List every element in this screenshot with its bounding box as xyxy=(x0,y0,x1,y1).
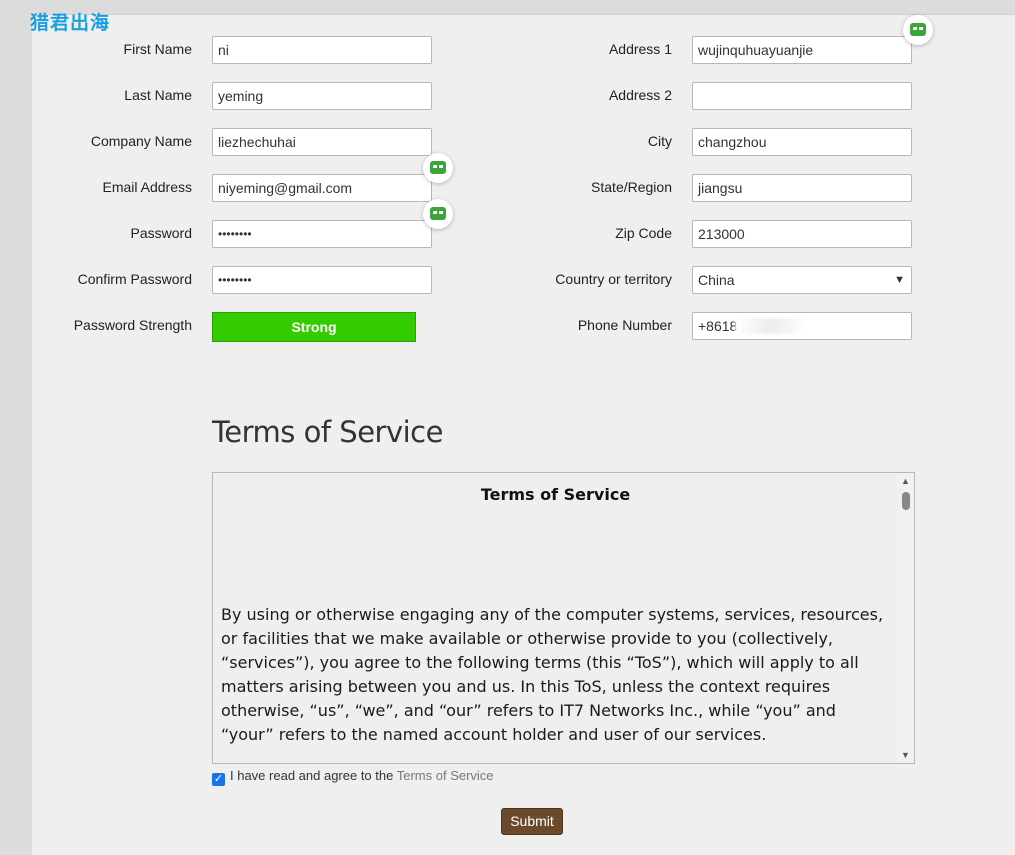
address2-input[interactable] xyxy=(692,82,912,110)
scroll-down-icon[interactable]: ▼ xyxy=(901,750,910,760)
last-name-label: Last Name xyxy=(124,87,192,103)
password-strength-label: Password Strength xyxy=(73,317,192,333)
confirm-password-label: Confirm Password xyxy=(77,271,192,287)
password-manager-icon[interactable] xyxy=(423,199,453,229)
password-manager-icon[interactable] xyxy=(903,15,933,45)
agree-text: I have read and agree to the xyxy=(230,768,397,783)
country-select-value: China xyxy=(698,272,735,288)
redaction-blur xyxy=(735,318,807,334)
last-name-input[interactable]: yeming xyxy=(212,82,432,110)
agree-row: ✓ I have read and agree to the Terms of S… xyxy=(212,767,494,786)
first-name-label: First Name xyxy=(123,41,192,57)
scroll-up-icon[interactable]: ▲ xyxy=(901,476,910,486)
tos-heading: Terms of Service xyxy=(212,415,443,449)
city-input[interactable]: changzhou xyxy=(692,128,912,156)
checkmark-icon: ✓ xyxy=(213,773,224,785)
state-region-input[interactable]: jiangsu xyxy=(692,174,912,202)
tos-box-title: Terms of Service xyxy=(480,485,631,504)
tos-link[interactable]: Terms of Service xyxy=(397,768,494,783)
state-region-label: State/Region xyxy=(591,179,672,195)
agree-checkbox[interactable]: ✓ xyxy=(212,773,225,786)
tos-body-text: By using or otherwise engaging any of th… xyxy=(221,605,884,744)
email-address-label: Email Address xyxy=(102,179,192,195)
confirm-password-input[interactable]: •••••••• xyxy=(212,266,432,294)
tos-scroll-box[interactable]: Terms of Service By using or otherwise e… xyxy=(212,472,915,764)
zip-code-label: Zip Code xyxy=(615,225,672,241)
tos-scrollbar[interactable]: ▲ ▼ xyxy=(898,473,914,763)
password-input[interactable]: •••••••• xyxy=(212,220,432,248)
country-label: Country or territory xyxy=(555,271,672,287)
address2-label: Address 2 xyxy=(608,87,672,103)
email-address-input[interactable]: niyeming@gmail.com xyxy=(212,174,432,202)
password-label: Password xyxy=(130,225,192,241)
address1-label: Address 1 xyxy=(608,41,672,57)
password-strength-meter: Strong xyxy=(212,312,416,342)
first-name-input[interactable]: ni xyxy=(212,36,432,64)
city-label: City xyxy=(647,133,672,149)
company-name-label: Company Name xyxy=(90,133,192,149)
address1-input[interactable]: wujinquhuayuanjie xyxy=(692,36,912,64)
company-name-input[interactable]: liezhechuhai xyxy=(212,128,432,156)
watermark-logo: 猎君出海 xyxy=(30,12,111,34)
scrollbar-thumb[interactable] xyxy=(902,492,910,510)
password-manager-icon[interactable] xyxy=(423,153,453,183)
phone-number-label: Phone Number xyxy=(577,317,672,333)
registration-form: First Name ni Last Name yeming Company N… xyxy=(32,14,1015,855)
zip-code-input[interactable]: 213000 xyxy=(692,220,912,248)
country-select[interactable]: China ▼ xyxy=(692,266,912,294)
submit-button[interactable]: Submit xyxy=(501,808,563,835)
chevron-down-icon: ▼ xyxy=(894,274,905,286)
